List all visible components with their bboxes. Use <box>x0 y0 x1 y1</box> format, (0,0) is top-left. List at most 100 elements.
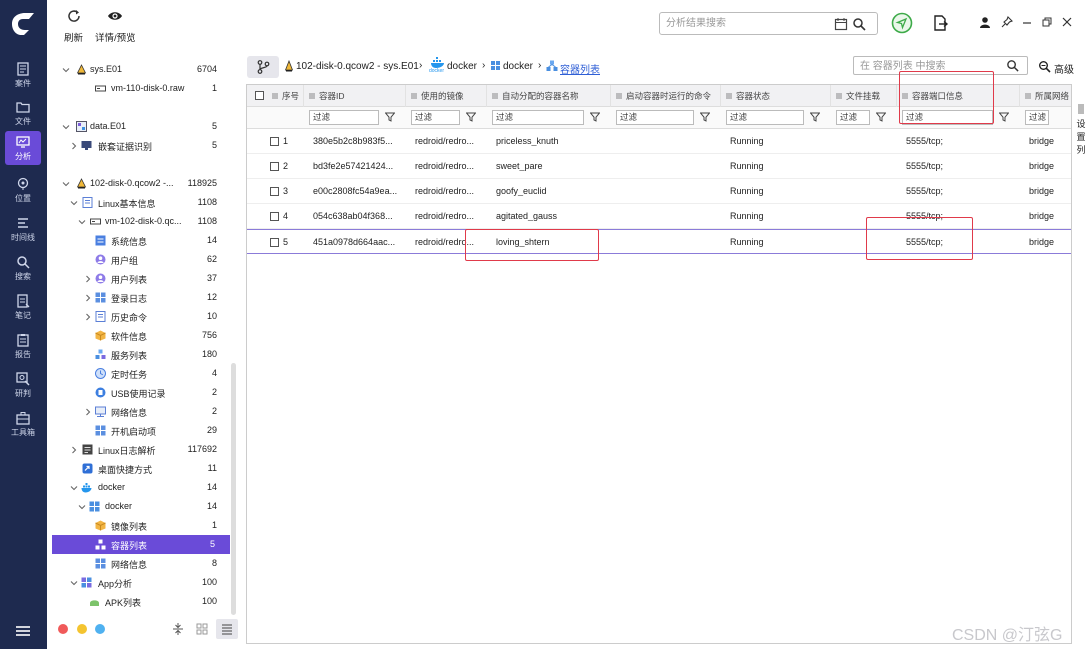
table-row[interactable]: 4 054c638ab04f368... redroid/redro... agita… <box>247 204 1071 229</box>
row-checkbox[interactable] <box>270 187 279 196</box>
list-view-button[interactable] <box>216 619 238 639</box>
chevron-down-icon[interactable] <box>62 180 70 188</box>
breadcrumb-item-docker[interactable]: docker <box>447 61 477 72</box>
drag-handle-icon[interactable] <box>492 93 498 99</box>
table-row[interactable]: 2 bd3fe2e57421424... redroid/redro... sweet… <box>247 154 1071 179</box>
chevron-right-icon[interactable] <box>84 408 92 416</box>
filter-icon[interactable] <box>999 112 1009 122</box>
chevron-down-icon[interactable] <box>78 503 86 511</box>
tree-item[interactable]: 桌面快捷方式 11 <box>52 459 232 478</box>
search-icon[interactable] <box>1006 59 1019 72</box>
nav-item-location[interactable]: 位置 <box>5 173 41 207</box>
tree-item[interactable]: 容器列表 5 <box>52 535 230 554</box>
yellow-dot-icon[interactable] <box>77 624 87 634</box>
user-icon[interactable] <box>979 16 991 28</box>
calendar-icon[interactable] <box>834 17 848 31</box>
tree-item[interactable]: 网络信息 8 <box>52 554 232 573</box>
drag-handle-icon[interactable] <box>616 93 622 99</box>
tree-item[interactable]: 开机启动项 29 <box>52 421 232 440</box>
drag-handle-icon[interactable] <box>309 93 315 99</box>
breadcrumb-item-container-list[interactable]: 容器列表 <box>560 61 600 76</box>
restore-icon[interactable] <box>1041 16 1053 28</box>
search-icon[interactable] <box>852 17 866 31</box>
table-row[interactable]: 3 e00c2808fc54a9ea... redroid/redro... goof… <box>247 179 1071 204</box>
tree-item[interactable]: 102-disk-0.qcow2 -... 118925 <box>52 174 232 193</box>
chevron-down-icon[interactable] <box>70 579 78 587</box>
nav-item-timeline[interactable]: 时间线 <box>5 212 41 246</box>
tree-item[interactable]: data.E01 5 <box>52 117 232 136</box>
column-header[interactable]: 容器状态 <box>721 85 831 107</box>
send-status-icon[interactable] <box>891 12 913 34</box>
pin-icon[interactable] <box>1001 16 1013 28</box>
nav-item-toolbox[interactable]: 工具箱 <box>5 407 41 441</box>
filter-input[interactable]: 过滤 <box>726 110 804 125</box>
tree-item[interactable]: 网络信息 2 <box>52 402 232 421</box>
filter-icon[interactable] <box>810 112 820 122</box>
nav-item-analysis[interactable]: 分析 <box>5 131 41 165</box>
table-row[interactable]: 1 380e5b2c8b983f5... redroid/redro... price… <box>247 129 1071 154</box>
column-header[interactable]: 序号 <box>267 85 304 107</box>
drag-handle-icon[interactable] <box>1025 93 1031 99</box>
column-header[interactable]: 启动容器时运行的命令 <box>611 85 721 107</box>
breadcrumb-item-disk[interactable]: 102-disk-0.qcow2 - sys.E01 <box>296 61 419 72</box>
tree-item[interactable]: 嵌套证据识别 5 <box>52 136 232 155</box>
row-checkbox[interactable] <box>270 137 279 146</box>
result-search-input[interactable] <box>666 16 826 31</box>
filter-input[interactable]: 过滤 <box>1025 110 1049 125</box>
grid-view-icon[interactable] <box>196 623 208 635</box>
column-header[interactable]: 自动分配的容器名称 <box>487 85 611 107</box>
row-checkbox[interactable] <box>270 212 279 221</box>
filter-icon[interactable] <box>700 112 710 122</box>
advanced-search-button[interactable]: 高级 <box>1038 59 1088 76</box>
tree-item[interactable]: docker 14 <box>52 497 232 516</box>
drag-handle-icon[interactable] <box>411 93 417 99</box>
list-search-input[interactable] <box>860 59 1000 73</box>
tree-scrollbar[interactable] <box>231 363 236 615</box>
nav-item-note[interactable]: 笔记 <box>5 290 41 324</box>
tree-item[interactable]: 用户列表 37 <box>52 269 232 288</box>
export-icon[interactable] <box>931 14 949 32</box>
chevron-right-icon[interactable] <box>84 275 92 283</box>
tree-item[interactable]: 软件信息 756 <box>52 326 232 345</box>
blue-dot-icon[interactable] <box>95 624 105 634</box>
preview-button[interactable]: 详情/预览 <box>95 8 136 44</box>
chevron-right-icon[interactable] <box>84 294 92 302</box>
filter-input[interactable]: 过滤 <box>309 110 379 125</box>
close-icon[interactable] <box>1061 16 1073 28</box>
column-header[interactable]: 所属网络 <box>1020 85 1071 107</box>
filter-input[interactable]: 过滤 <box>616 110 694 125</box>
result-search-box[interactable] <box>659 12 878 35</box>
branch-button[interactable] <box>247 56 279 78</box>
tree-item[interactable]: Linux基本信息 1108 <box>52 193 232 212</box>
filter-icon[interactable] <box>876 112 886 122</box>
tree-item[interactable]: USB使用记录 2 <box>52 383 232 402</box>
tree-item[interactable]: 用户组 62 <box>52 250 232 269</box>
nav-item-report[interactable]: 报告 <box>5 329 41 363</box>
tree-item[interactable]: 登录日志 12 <box>52 288 232 307</box>
nav-item-search[interactable]: 搜索 <box>5 251 41 285</box>
tree-item[interactable]: vm-102-disk-0.qc... 1108 <box>52 212 232 231</box>
column-header[interactable]: 容器ID <box>304 85 406 107</box>
chevron-right-icon[interactable] <box>70 142 78 150</box>
filter-input[interactable]: 过滤 <box>836 110 870 125</box>
chevron-down-icon[interactable] <box>62 66 70 74</box>
tree-item[interactable]: App分析 100 <box>52 573 232 592</box>
tree-item[interactable]: 定时任务 4 <box>52 364 232 383</box>
drag-handle-icon[interactable] <box>902 93 908 99</box>
refresh-button[interactable]: 刷新 <box>64 8 83 44</box>
column-header[interactable]: 文件挂载 <box>831 85 897 107</box>
drag-handle-icon[interactable] <box>272 93 278 99</box>
hamburger-menu-icon[interactable] <box>14 624 32 638</box>
nav-item-file[interactable]: 文件 <box>5 96 41 130</box>
chevron-down-icon[interactable] <box>70 484 78 492</box>
column-header[interactable]: 容器端口信息 <box>897 85 1020 107</box>
chevron-right-icon[interactable] <box>70 446 78 454</box>
tree-item[interactable]: APK列表 100 <box>52 592 232 611</box>
drag-handle-icon[interactable] <box>726 93 732 99</box>
tree-item[interactable]: 历史命令 10 <box>52 307 232 326</box>
tree-item[interactable]: vm-110-disk-0.raw 1 <box>52 79 232 98</box>
column-header[interactable]: 使用的镜像 <box>406 85 487 107</box>
row-checkbox[interactable] <box>270 238 279 247</box>
tree-item[interactable]: 镜像列表 1 <box>52 516 232 535</box>
chevron-right-icon[interactable] <box>84 313 92 321</box>
